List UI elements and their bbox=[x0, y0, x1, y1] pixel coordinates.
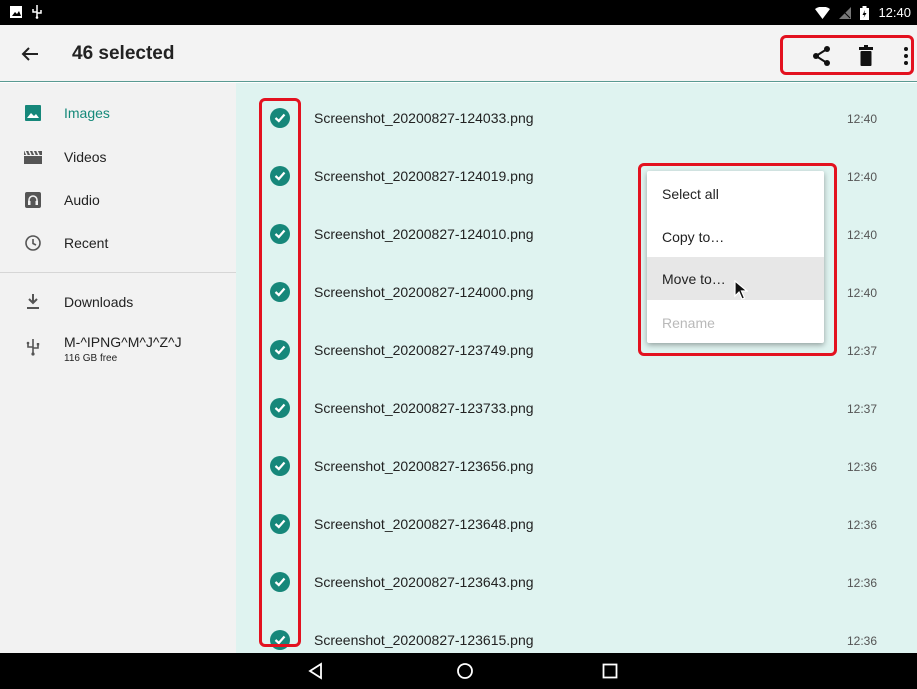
sidebar-item-recent[interactable]: Recent bbox=[0, 224, 236, 264]
nav-back-icon[interactable] bbox=[306, 661, 326, 681]
file-name: Screenshot_20200827-124019.png bbox=[314, 168, 534, 184]
video-icon bbox=[24, 148, 42, 166]
file-time: 12:40 bbox=[846, 112, 877, 126]
sidebar-item-images[interactable]: Images bbox=[0, 94, 236, 134]
file-row[interactable]: Screenshot_20200827-123733.png 12:37 bbox=[236, 377, 917, 435]
menu-item-label: Copy to… bbox=[662, 229, 725, 245]
file-name: Screenshot_20200827-124033.png bbox=[314, 110, 534, 126]
menu-item-label: Rename bbox=[662, 315, 715, 331]
file-row[interactable]: Screenshot_20200827-123656.png 12:36 bbox=[236, 435, 917, 493]
clock-icon bbox=[24, 234, 42, 252]
storage-free-space: 116 GB free bbox=[64, 353, 118, 364]
usb-icon bbox=[24, 338, 42, 356]
sidebar-item-label: M-^IPNG^M^J^Z^J bbox=[64, 334, 182, 350]
mouse-pointer-icon bbox=[734, 279, 749, 305]
sidebar-item-label: Audio bbox=[64, 192, 100, 208]
file-row[interactable]: Screenshot_20200827-123643.png 12:36 bbox=[236, 551, 917, 609]
menu-item-label: Select all bbox=[662, 186, 719, 202]
file-time: 12:40 bbox=[846, 286, 877, 300]
file-time: 12:36 bbox=[846, 634, 877, 648]
context-menu: Select all Copy to… Move to… Rename bbox=[647, 171, 824, 343]
sidebar-item-usb-storage[interactable]: M-^IPNG^M^J^Z^J 116 GB free bbox=[0, 326, 236, 372]
delete-icon[interactable] bbox=[856, 45, 878, 67]
sidebar-item-label: Videos bbox=[64, 149, 107, 165]
usb-notification-icon bbox=[32, 5, 42, 19]
sidebar-item-audio[interactable]: Audio bbox=[0, 181, 236, 221]
sidebar-item-downloads[interactable]: Downloads bbox=[0, 283, 236, 323]
nav-home-icon[interactable] bbox=[455, 661, 475, 681]
file-time: 12:36 bbox=[846, 518, 877, 532]
clock-time: 12:40 bbox=[878, 5, 911, 20]
screen: 12:40 46 selected Images Videos Audio Re… bbox=[0, 0, 917, 689]
action-toolbar-highlight bbox=[780, 35, 914, 75]
file-time: 12:40 bbox=[846, 170, 877, 184]
file-name: Screenshot_20200827-123615.png bbox=[314, 632, 534, 648]
file-time: 12:36 bbox=[846, 460, 877, 474]
file-name: Screenshot_20200827-123749.png bbox=[314, 342, 534, 358]
menu-item-label: Move to… bbox=[662, 271, 726, 287]
nav-recents-icon[interactable] bbox=[600, 661, 620, 681]
menu-item-select-all[interactable]: Select all bbox=[647, 171, 824, 214]
file-time: 12:37 bbox=[846, 344, 877, 358]
signal-icon bbox=[839, 6, 852, 19]
more-options-icon[interactable] bbox=[895, 45, 917, 67]
file-time: 12:40 bbox=[846, 228, 877, 242]
roots-sidebar: Images Videos Audio Recent Downloads M-^… bbox=[0, 83, 236, 653]
file-name: Screenshot_20200827-124000.png bbox=[314, 284, 534, 300]
status-bar: 12:40 bbox=[0, 0, 917, 25]
image-icon bbox=[24, 104, 42, 122]
menu-item-rename[interactable]: Rename bbox=[647, 300, 824, 343]
file-name: Screenshot_20200827-123643.png bbox=[314, 574, 534, 590]
back-arrow-icon[interactable] bbox=[18, 42, 42, 66]
checkbox-column-highlight bbox=[259, 98, 301, 647]
battery-icon bbox=[860, 5, 870, 20]
sidebar-item-videos[interactable]: Videos bbox=[0, 138, 236, 178]
sidebar-item-label: Recent bbox=[64, 235, 109, 251]
sidebar-item-label: Downloads bbox=[64, 294, 134, 310]
file-name: Screenshot_20200827-124010.png bbox=[314, 226, 534, 242]
sidebar-divider bbox=[0, 272, 236, 273]
download-icon bbox=[24, 293, 42, 311]
menu-item-copy-to[interactable]: Copy to… bbox=[647, 214, 824, 257]
app-bar: 46 selected bbox=[0, 25, 917, 82]
file-row[interactable]: Screenshot_20200827-123648.png 12:36 bbox=[236, 493, 917, 551]
file-time: 12:37 bbox=[846, 402, 877, 416]
gallery-notification-icon bbox=[10, 6, 22, 18]
file-name: Screenshot_20200827-123733.png bbox=[314, 400, 534, 416]
file-name: Screenshot_20200827-123656.png bbox=[314, 458, 534, 474]
file-name: Screenshot_20200827-123648.png bbox=[314, 516, 534, 532]
file-time: 12:36 bbox=[846, 576, 877, 590]
share-icon[interactable] bbox=[811, 45, 833, 67]
file-row[interactable]: Screenshot_20200827-124033.png 12:40 bbox=[236, 87, 917, 145]
sidebar-item-label: Images bbox=[64, 105, 110, 121]
selection-count-title: 46 selected bbox=[72, 43, 175, 64]
system-navigation-bar bbox=[0, 653, 917, 689]
audio-icon bbox=[24, 191, 42, 209]
wifi-icon bbox=[815, 6, 831, 19]
